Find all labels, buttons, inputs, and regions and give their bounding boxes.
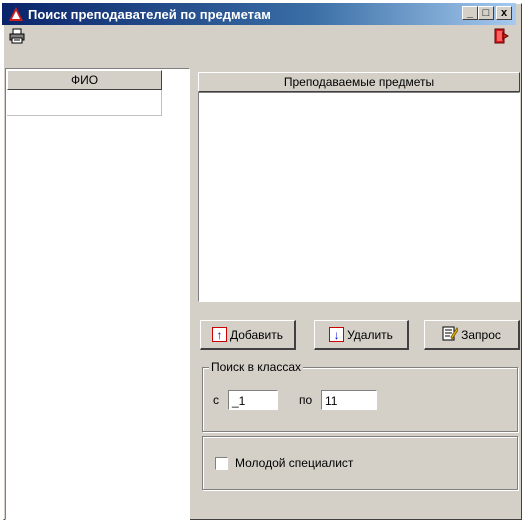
from-class-input[interactable]: _1 bbox=[228, 390, 278, 410]
table-row[interactable] bbox=[7, 90, 162, 116]
to-class-input[interactable]: 11 bbox=[321, 390, 377, 410]
arrow-up-icon: ↑ bbox=[211, 327, 227, 342]
exit-door-icon[interactable] bbox=[492, 27, 510, 45]
arrow-down-icon: ↓ bbox=[329, 327, 345, 342]
app-icon bbox=[8, 6, 24, 22]
add-button[interactable]: ↑ Добавить bbox=[200, 320, 296, 350]
from-label: с bbox=[213, 393, 219, 407]
subjects-list[interactable] bbox=[198, 92, 520, 302]
add-button-label: Добавить bbox=[229, 327, 284, 342]
minimize-button[interactable]: _ bbox=[462, 6, 478, 20]
class-search-group: Поиск в классах с _1 по 11 bbox=[202, 360, 518, 432]
query-icon bbox=[442, 325, 459, 344]
window-title: Поиск преподавателей по предметам bbox=[28, 6, 271, 22]
query-button-label: Запрос bbox=[461, 327, 501, 342]
to-label: по bbox=[299, 393, 313, 407]
maximize-button[interactable]: □ bbox=[478, 6, 494, 20]
remove-button-label: Удалить bbox=[347, 327, 393, 342]
query-button[interactable]: Запрос bbox=[424, 320, 520, 350]
class-search-caption: Поиск в классах bbox=[209, 360, 304, 374]
young-specialist-label[interactable]: Молодой специалист bbox=[235, 456, 353, 470]
printer-icon[interactable] bbox=[8, 27, 26, 45]
column-header-fio[interactable]: ФИО bbox=[7, 70, 162, 90]
remove-button[interactable]: ↓ Удалить bbox=[314, 320, 409, 350]
title-bar[interactable]: Поиск преподавателей по предметам _ □ x bbox=[2, 3, 516, 25]
window-controls: _ □ x bbox=[462, 6, 512, 20]
subjects-header: Преподаваемые предметы bbox=[198, 72, 520, 92]
teachers-grid[interactable]: ФИО bbox=[5, 68, 190, 520]
toolbar bbox=[2, 26, 516, 46]
young-specialist-checkbox[interactable] bbox=[215, 457, 228, 470]
young-specialist-group: Молодой специалист bbox=[202, 436, 518, 490]
close-button[interactable]: x bbox=[496, 6, 512, 20]
